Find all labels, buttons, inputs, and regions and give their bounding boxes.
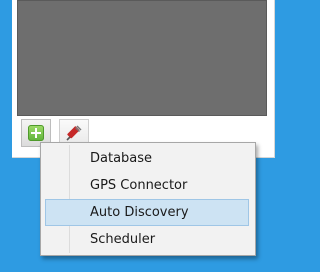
plugin-icon xyxy=(66,125,82,141)
content-area xyxy=(17,0,267,116)
menu-item-label: GPS Connector xyxy=(90,178,188,193)
menu-item-label: Auto Discovery xyxy=(90,205,189,220)
menu-item-gps-connector[interactable]: GPS Connector xyxy=(45,172,249,199)
menu-item-scheduler[interactable]: Scheduler xyxy=(45,226,249,253)
host-window xyxy=(12,0,275,158)
menu-item-label: Scheduler xyxy=(90,232,156,247)
menu-item-database[interactable]: Database xyxy=(45,145,249,172)
menu-item-label: Database xyxy=(90,151,153,166)
context-menu: Database GPS Connector Auto Discovery Sc… xyxy=(40,142,256,256)
menu-item-auto-discovery[interactable]: Auto Discovery xyxy=(45,199,249,226)
add-icon xyxy=(28,125,44,141)
